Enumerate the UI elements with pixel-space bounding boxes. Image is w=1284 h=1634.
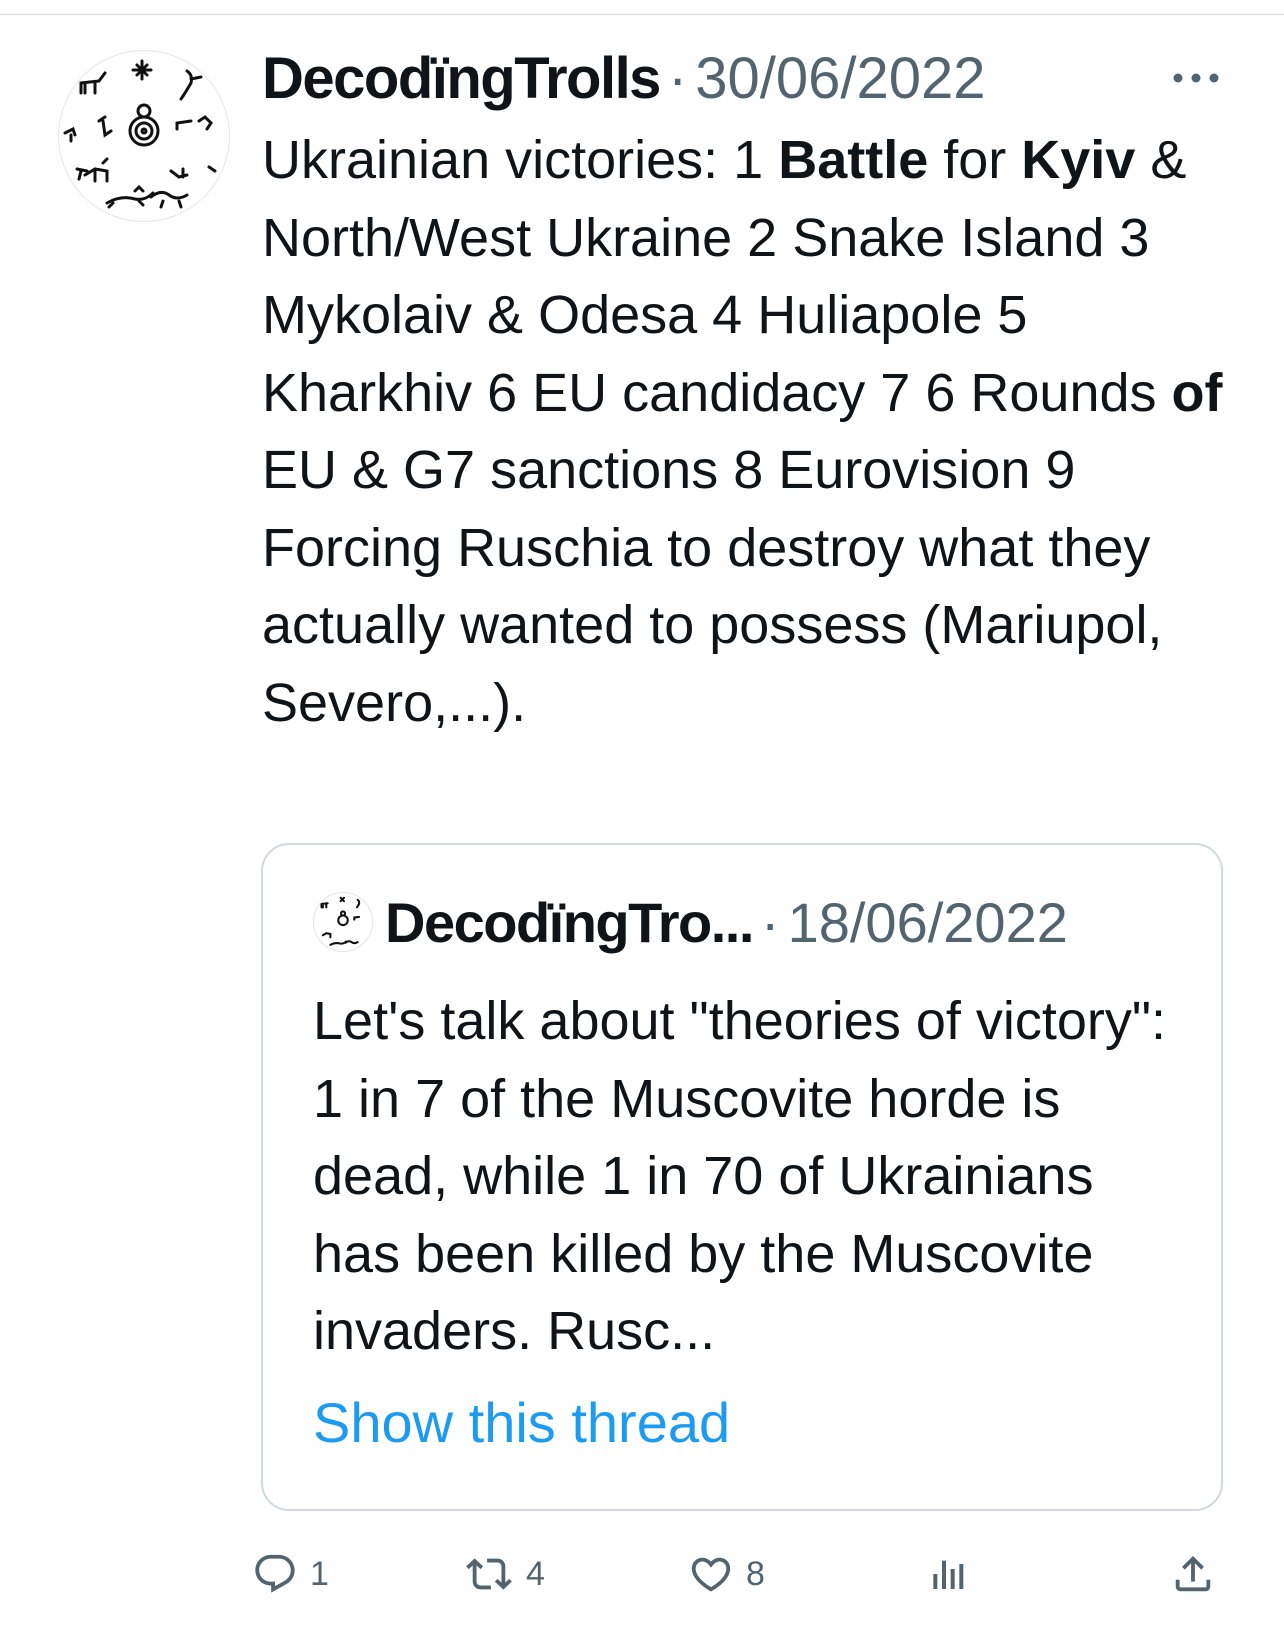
quoted-header-separator: · [760,890,780,954]
retweet-icon [466,1558,512,1590]
top-divider [0,14,1284,15]
tweet-text-segment: Ukrainian victories: 1 [262,130,779,190]
author-avatar[interactable] [58,50,230,222]
tweet-text-bold-segment: Kyiv [1021,130,1136,190]
heart-icon [691,1557,731,1592]
reply-count: 1 [310,1554,329,1593]
views-icon [933,1560,964,1589]
like-count: 8 [746,1554,765,1593]
share-icon [1175,1555,1211,1592]
ellipsis-icon [1173,73,1219,83]
quoted-tweet-text: Let's talk about "theories of victory": … [313,991,1167,1361]
tweet-text-bold-segment: Battle [778,130,929,190]
tweet-text-segment: EU & G7 sanctions 8 Eurovision 9 Forcing… [262,440,1163,733]
author-name[interactable]: DecodïngTrolls [262,45,661,112]
like-button[interactable]: 8 [688,1548,765,1600]
retweet-count: 4 [526,1554,545,1593]
quoted-tweet-date[interactable]: 18/06/2022 [788,890,1068,955]
reply-icon [255,1554,295,1593]
header-separator: · [667,45,688,111]
show-thread-link[interactable]: Show this thread [313,1390,730,1455]
quoted-author-name[interactable]: DecodïngTro... [385,890,754,955]
tweet-text-bold-segment: of [1171,362,1223,423]
reply-button[interactable]: 1 [252,1548,329,1600]
tweet-date[interactable]: 30/06/2022 [695,45,985,112]
avatar-glyphs [63,59,217,209]
quoted-avatar-glyphs [320,896,361,946]
quoted-tweet-card[interactable]: DecodïngTro... · 18/06/2022 Let's talk a… [261,843,1223,1511]
quoted-author-avatar [313,892,373,952]
quoted-tweet-header: DecodïngTro... · 18/06/2022 [313,889,1068,955]
tweet-text-segment: for [928,130,1022,190]
tweet-header: DecodïngTrolls · 30/06/2022 [262,45,986,111]
share-button[interactable] [1170,1548,1216,1600]
tweet-text: Ukrainian victories: 1 Battle for Kyiv &… [262,122,1252,742]
views-button[interactable] [930,1548,970,1600]
retweet-button[interactable]: 4 [464,1548,545,1600]
more-options-button[interactable] [1166,58,1226,98]
